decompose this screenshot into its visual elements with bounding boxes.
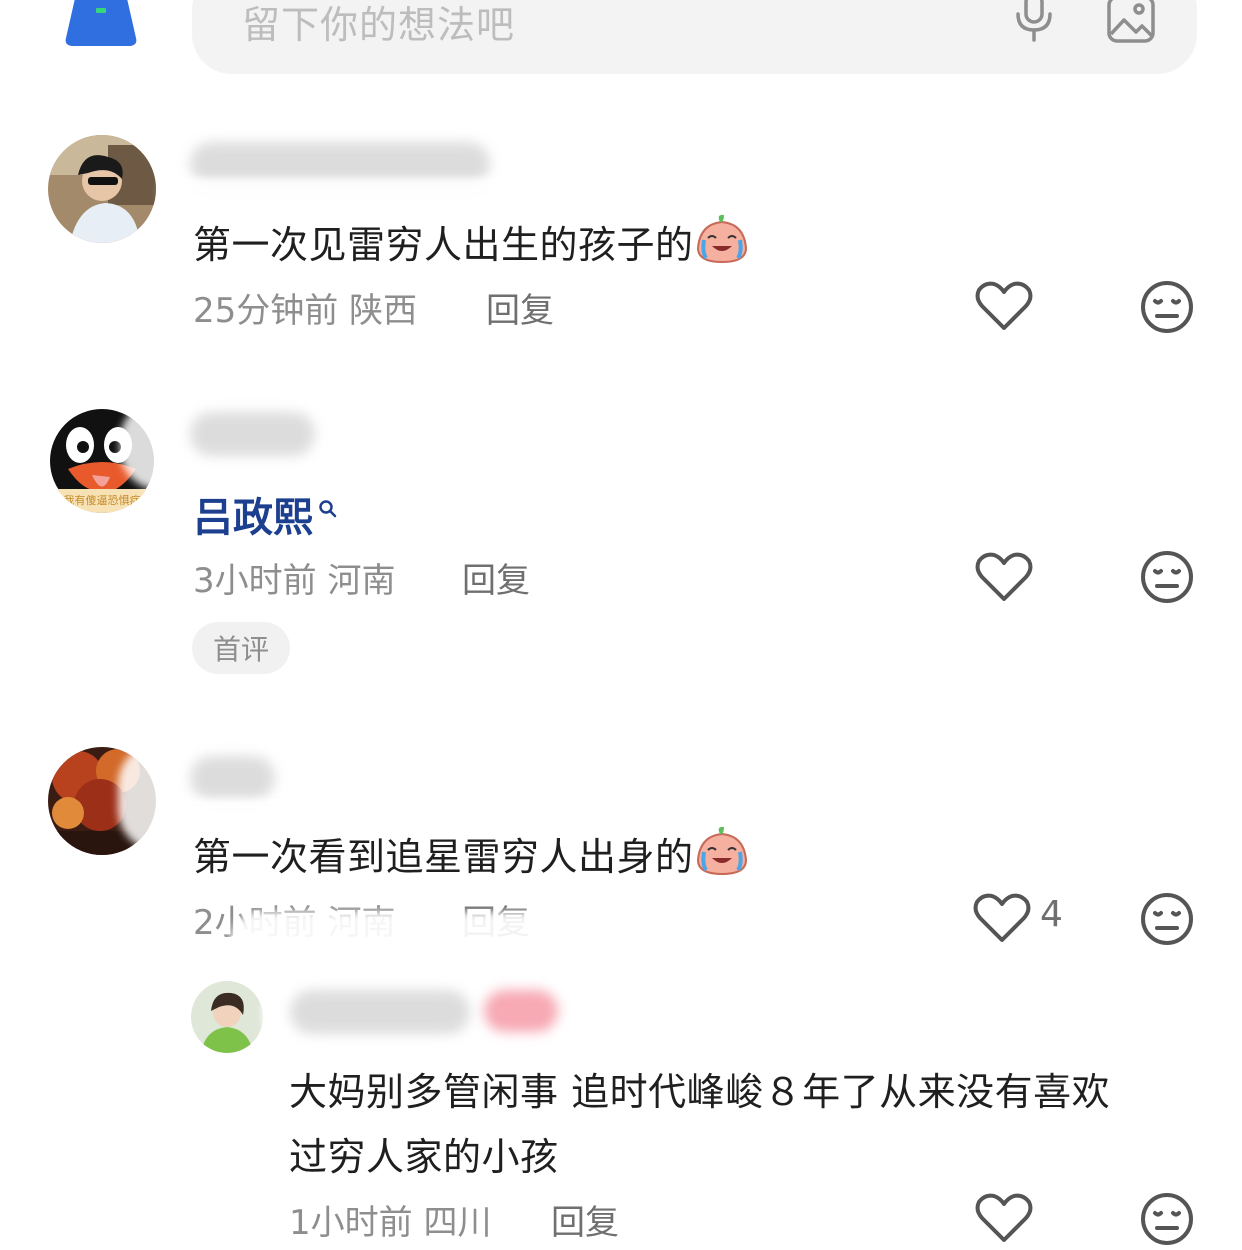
mention-link[interactable]: 吕政熙 <box>193 485 338 543</box>
reply-meta: 1小时前 四川 <box>289 1195 491 1244</box>
comment-input-placeholder[interactable]: 留下你的想法吧 <box>242 0 515 49</box>
replier-avatar[interactable] <box>191 981 263 1053</box>
microphone-icon[interactable] <box>1012 0 1056 42</box>
redaction-smear <box>160 178 610 208</box>
reply-button[interactable]: 回复 <box>551 1195 619 1244</box>
comment-time: 3小时前 <box>193 561 317 601</box>
like-count: 4 <box>1040 894 1063 935</box>
comment-meta: 25分钟前 陕西 <box>193 283 417 332</box>
username-redacted[interactable] <box>190 756 275 800</box>
mention-name[interactable]: 吕政熙 <box>193 495 313 541</box>
comment-text: 第一次看到追星雷穷人出身的 <box>193 826 750 881</box>
crying-laughing-peach-emoji-icon <box>694 826 750 876</box>
search-icon[interactable] <box>318 499 338 519</box>
reply-time: 1小时前 <box>289 1203 413 1243</box>
comment-location: 河南 <box>327 561 396 601</box>
heart-icon[interactable] <box>973 892 1031 944</box>
dislike-face-icon[interactable] <box>1140 280 1194 334</box>
commenter-avatar[interactable] <box>48 135 156 243</box>
heart-icon[interactable] <box>975 1192 1033 1244</box>
image-icon[interactable] <box>1106 0 1156 44</box>
comment-time: 25分钟前 <box>193 291 339 331</box>
username-redacted[interactable] <box>290 990 470 1034</box>
self-avatar[interactable] <box>62 0 140 48</box>
comment-text-content: 第一次见雷穷人出生的孩子的 <box>193 223 694 267</box>
comment-text-content: 第一次看到追星雷穷人出身的 <box>193 835 694 879</box>
comment-text: 第一次见雷穷人出生的孩子的 <box>193 214 750 269</box>
comment-meta: 3小时前 河南 <box>193 553 395 602</box>
badge-redacted <box>484 990 558 1032</box>
heart-icon[interactable] <box>975 551 1033 603</box>
redaction-smear <box>120 400 200 490</box>
reply-location: 四川 <box>423 1203 492 1243</box>
first-comment-tag: 首评 <box>192 622 290 674</box>
crying-laughing-peach-emoji-icon <box>694 214 750 264</box>
reply-text-line2: 过穷人家的小孩 <box>289 1135 559 1179</box>
comment-input-bar[interactable]: 留下你的想法吧 <box>192 0 1197 74</box>
redaction-smear <box>230 912 630 972</box>
dislike-face-icon[interactable] <box>1140 550 1194 604</box>
reply-button[interactable]: 回复 <box>462 553 530 602</box>
dislike-face-icon[interactable] <box>1140 1192 1194 1246</box>
reply-button[interactable]: 回复 <box>486 283 554 332</box>
comment-location: 陕西 <box>349 291 418 331</box>
svg-text:我有傻逼恐惧症: 我有傻逼恐惧症 <box>64 493 141 507</box>
dislike-face-icon[interactable] <box>1140 892 1194 946</box>
reply-text-line1: 大妈别多管闲事 追时代峰峻８年了从来没有喜欢 <box>289 1070 1111 1114</box>
username-redacted[interactable] <box>190 412 315 456</box>
heart-icon[interactable] <box>975 280 1033 332</box>
